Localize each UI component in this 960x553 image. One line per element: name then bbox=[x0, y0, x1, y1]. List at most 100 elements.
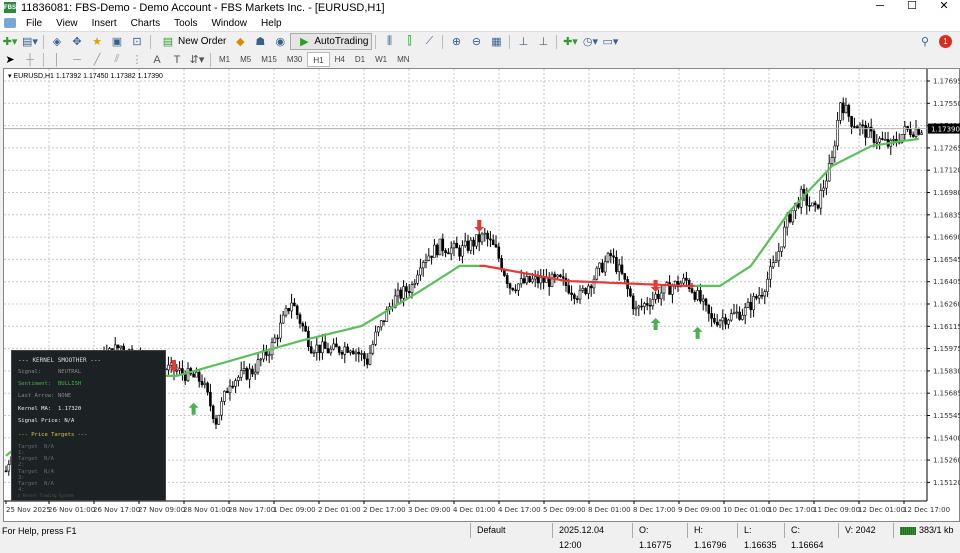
timeframe-h1[interactable]: H1 bbox=[307, 52, 330, 67]
terminal-icon[interactable]: ▣ bbox=[109, 35, 125, 49]
line-chart-icon[interactable]: ⟋ bbox=[421, 35, 437, 49]
candle-bull bbox=[217, 414, 221, 425]
candle-bear bbox=[640, 305, 643, 308]
candlestick-icon[interactable]: ⫿ bbox=[401, 35, 417, 49]
candle-bear bbox=[514, 289, 517, 292]
y-tick-label: 1.15830 bbox=[933, 367, 960, 375]
data-window-icon[interactable]: ✥ bbox=[69, 35, 85, 49]
candle-bull bbox=[654, 293, 657, 300]
candle-bear bbox=[693, 292, 697, 300]
panel-footer: © Kernel Trading System bbox=[18, 492, 74, 498]
community-icon[interactable]: ☗ bbox=[252, 35, 268, 49]
cursor-icon[interactable]: ➤ bbox=[2, 53, 18, 67]
candle-bear bbox=[808, 205, 811, 207]
timeframe-m1[interactable]: M1 bbox=[214, 52, 235, 67]
menu-tools[interactable]: Tools bbox=[167, 18, 204, 29]
search-icon[interactable]: ⚲ bbox=[917, 35, 933, 49]
close-button[interactable]: ✕ bbox=[928, 0, 960, 13]
divider bbox=[43, 52, 44, 67]
candle-bull bbox=[220, 401, 223, 416]
label: Last Arrow: bbox=[18, 393, 55, 400]
candle-bull bbox=[360, 353, 363, 355]
zoom-out-icon[interactable]: ⊖ bbox=[468, 35, 484, 49]
navigator-icon[interactable]: ★ bbox=[89, 35, 105, 49]
strategy-tester-icon[interactable]: ⊡ bbox=[129, 35, 145, 49]
profiles-icon[interactable]: ▤▾ bbox=[22, 35, 38, 49]
notification-badge[interactable]: 1 bbox=[939, 35, 952, 48]
candle-bull bbox=[777, 251, 781, 262]
candle-bull bbox=[203, 382, 207, 385]
candle-bear bbox=[850, 116, 853, 127]
panel-row-target-2: Target 2: N/A bbox=[18, 456, 159, 468]
chart-shift-icon[interactable]: ⊥ bbox=[515, 35, 531, 49]
templates-icon[interactable]: ▭▾ bbox=[602, 35, 619, 49]
buy-arrow-icon bbox=[650, 317, 661, 330]
menu-view[interactable]: View bbox=[49, 18, 85, 29]
panel-row-target-1: Target 1: N/A bbox=[18, 444, 159, 456]
market-watch-icon[interactable]: ◈ bbox=[49, 35, 65, 49]
trendline-icon[interactable]: ╱ bbox=[89, 53, 105, 67]
candle-bull bbox=[858, 124, 862, 129]
autoscroll-icon[interactable]: ⊥ bbox=[535, 35, 551, 49]
timeframe-d1[interactable]: D1 bbox=[350, 52, 370, 67]
periods-icon[interactable]: ◷▾ bbox=[582, 35, 598, 49]
metaeditor-icon[interactable]: ◆ bbox=[232, 35, 248, 49]
menu-window[interactable]: Window bbox=[204, 18, 254, 29]
candle-bear bbox=[365, 358, 369, 365]
menu-help[interactable]: Help bbox=[254, 18, 289, 29]
bar-low: L: 1.16635 bbox=[737, 523, 784, 550]
zoom-in-icon[interactable]: ⊕ bbox=[448, 35, 464, 49]
candle-bear bbox=[760, 294, 764, 297]
new-order-button[interactable]: ▤ New Order bbox=[154, 33, 230, 50]
fibonacci-icon[interactable]: ⋮ bbox=[129, 53, 145, 67]
price-chart[interactable]: 1.176951.175501.174101.172651.171201.169… bbox=[3, 68, 960, 522]
candle-bull bbox=[766, 278, 769, 292]
text-icon[interactable]: A bbox=[149, 53, 165, 67]
x-tick-label: 5 Dec 09:00 bbox=[543, 506, 586, 514]
value: N/A bbox=[44, 444, 54, 451]
candle-bull bbox=[587, 285, 590, 294]
candle-bear bbox=[755, 296, 758, 299]
candle-bull bbox=[822, 187, 825, 191]
timeframe-w1[interactable]: W1 bbox=[370, 52, 392, 67]
candle-bear bbox=[287, 308, 291, 312]
tile-windows-icon[interactable]: ▦ bbox=[488, 35, 504, 49]
candle-bull bbox=[483, 232, 487, 235]
channel-icon[interactable]: ⫽ bbox=[109, 53, 125, 67]
signals-icon[interactable]: ◉ bbox=[272, 35, 288, 49]
minimize-button[interactable]: ─ bbox=[864, 0, 896, 13]
timeframe-m30[interactable]: M30 bbox=[282, 52, 308, 67]
timeframe-mn[interactable]: MN bbox=[392, 52, 414, 67]
bar-chart-icon[interactable]: ⫼ bbox=[381, 35, 397, 49]
indicators-icon[interactable]: ✚▾ bbox=[562, 35, 578, 49]
arrows-icon[interactable]: ⇵▾ bbox=[189, 53, 205, 67]
candle-bear bbox=[573, 294, 576, 299]
maximize-button[interactable]: ☐ bbox=[896, 0, 928, 13]
autotrading-button[interactable]: ▶ AutoTrading bbox=[290, 33, 373, 50]
crosshair-icon[interactable]: ┼ bbox=[22, 53, 38, 67]
menu-charts[interactable]: Charts bbox=[124, 18, 167, 29]
targets-title: --- Price Targets --- bbox=[18, 431, 88, 438]
candle-bull bbox=[433, 244, 436, 258]
chart-window-icon[interactable] bbox=[4, 18, 16, 28]
horizontal-line-icon[interactable]: ─ bbox=[69, 53, 85, 67]
candle-bear bbox=[309, 346, 313, 354]
candle-bull bbox=[545, 277, 548, 283]
divider bbox=[442, 34, 444, 49]
menu-file[interactable]: File bbox=[19, 18, 49, 29]
candle-bear bbox=[491, 239, 495, 245]
menu-insert[interactable]: Insert bbox=[85, 18, 124, 29]
divider bbox=[210, 52, 211, 67]
new-chart-icon[interactable]: ✚▾ bbox=[2, 35, 18, 49]
candle-bear bbox=[298, 314, 302, 324]
candle-bull bbox=[581, 288, 585, 291]
timeframe-m5[interactable]: M5 bbox=[235, 52, 256, 67]
vertical-line-icon[interactable]: │ bbox=[49, 53, 65, 67]
candle-bull bbox=[643, 303, 646, 307]
candle-bear bbox=[326, 348, 330, 354]
candle-bear bbox=[116, 344, 120, 349]
timeframe-h4[interactable]: H4 bbox=[330, 52, 350, 67]
timeframe-m15[interactable]: M15 bbox=[256, 52, 282, 67]
connection-status[interactable]: 383/1 kb bbox=[893, 523, 960, 538]
text-label-icon[interactable]: T bbox=[169, 53, 185, 67]
